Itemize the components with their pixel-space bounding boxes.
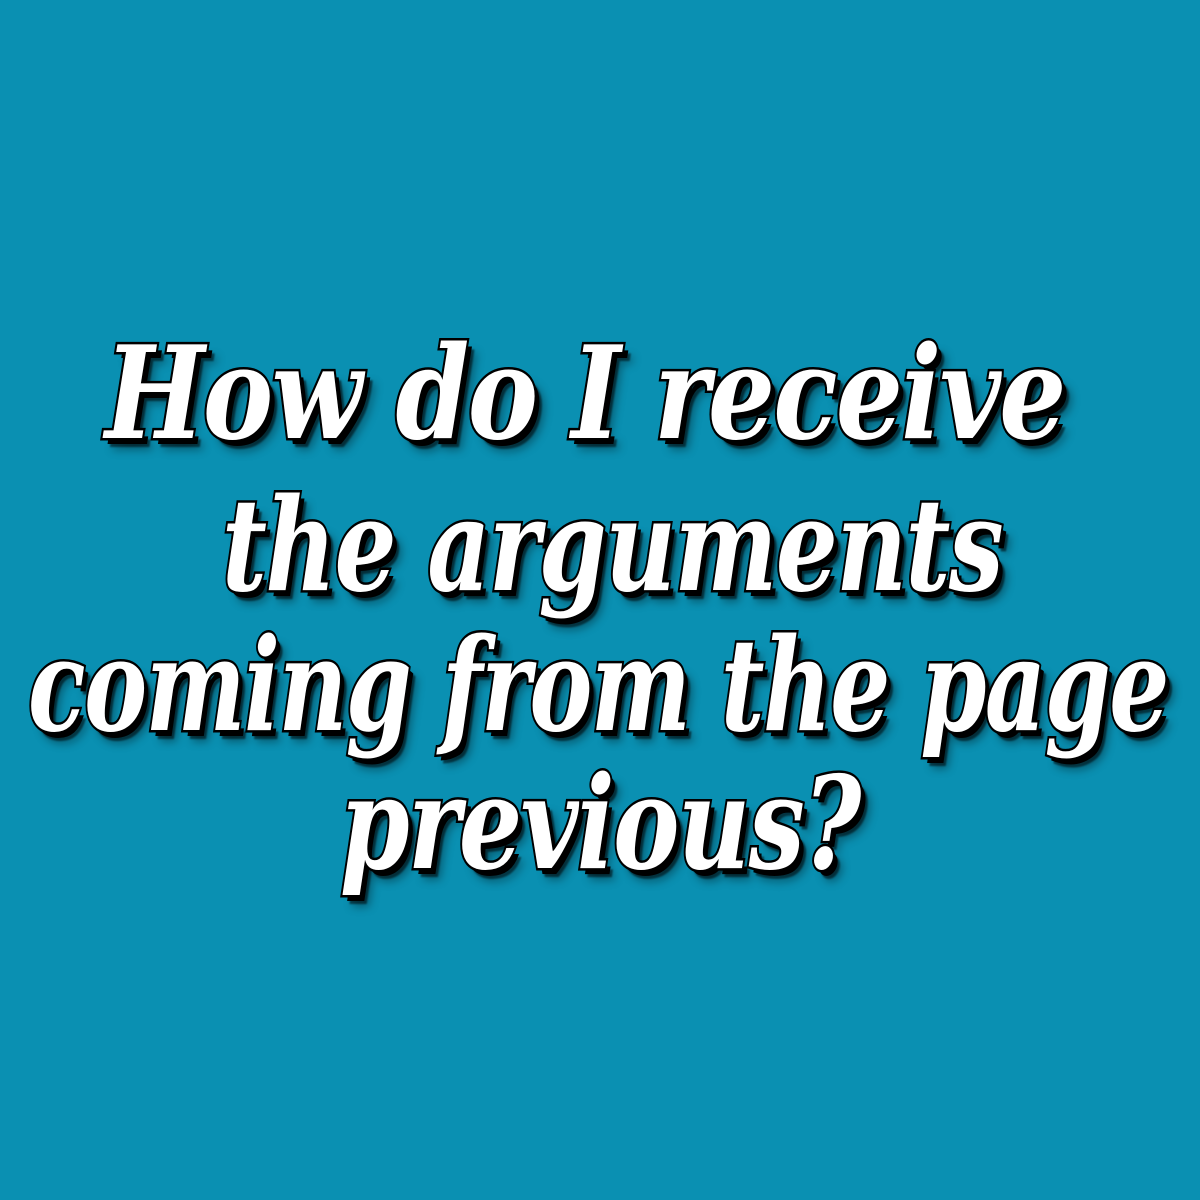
question-line-3: coming from the page	[26, 611, 1171, 761]
question-text: How do I receive the arguments coming fr…	[0, 0, 1200, 1200]
question-line-4: previous?	[338, 749, 863, 899]
question-line-1: How do I receive	[103, 319, 1068, 469]
question-line-2: the arguments	[220, 471, 1006, 621]
